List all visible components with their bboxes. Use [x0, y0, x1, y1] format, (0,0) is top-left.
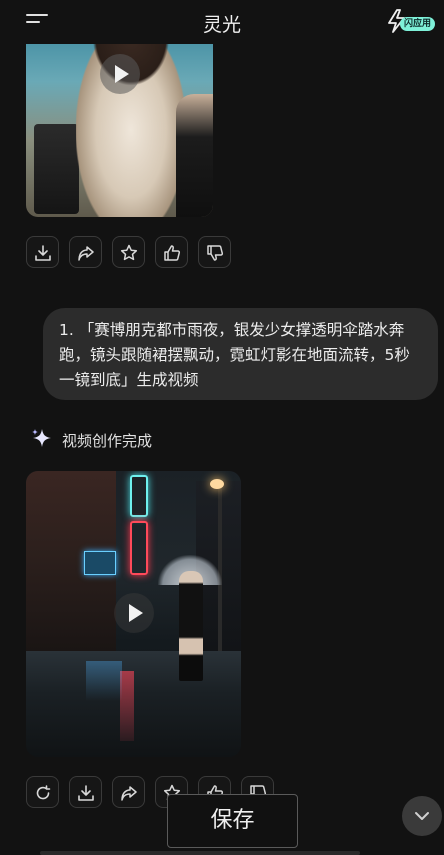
chevron-down-icon [415, 812, 429, 820]
flash-app-button[interactable]: 闪应用 [386, 9, 438, 35]
video-thumbnail-top[interactable] [26, 24, 213, 217]
video-scene-rock [34, 124, 79, 214]
status-text: 视频创作完成 [62, 432, 153, 450]
video-scene-neon-sign-cyan [130, 475, 148, 517]
save-button[interactable]: 保存 [167, 794, 298, 848]
video-scene-girl [179, 571, 203, 681]
download-button[interactable] [69, 776, 102, 808]
top-bar: 灵光 闪应用 [0, 0, 444, 44]
home-indicator [40, 851, 360, 855]
video-scene-neon-sign-red [130, 521, 148, 575]
video-thumbnail-main[interactable] [26, 471, 241, 757]
favorite-button[interactable] [112, 236, 145, 268]
play-icon[interactable] [100, 54, 140, 94]
thumbs-up-icon [164, 245, 181, 261]
like-button[interactable] [155, 236, 188, 268]
scroll-to-bottom-button[interactable] [402, 796, 442, 836]
play-icon[interactable] [114, 593, 154, 633]
star-icon [120, 244, 138, 261]
share-icon [121, 786, 137, 801]
page-title: 灵光 [202, 14, 241, 36]
video-scene-reflection-red [120, 671, 134, 741]
user-message-bubble: 1. 「赛博朋克都市雨夜，银发少女撑透明伞踏水奔跑，镜头跟随裙摆飘动，霓虹灯影在… [43, 308, 438, 400]
regenerate-icon [36, 785, 51, 800]
share-button[interactable] [69, 236, 102, 268]
dislike-button[interactable] [198, 236, 231, 268]
video-scene-neon-sign-blue [84, 551, 116, 575]
share-button[interactable] [112, 776, 145, 808]
download-icon [35, 245, 51, 261]
thumbs-down-icon [207, 245, 224, 261]
share-icon [78, 246, 94, 261]
download-icon [78, 785, 94, 801]
video-scene-lamp-light [210, 479, 224, 489]
regenerate-button[interactable] [26, 776, 59, 808]
video-scene-background-person [176, 94, 213, 217]
download-button[interactable] [26, 236, 59, 268]
video-scene-reflection-blue [86, 661, 122, 701]
user-message-text: 1. 「赛博朋克都市雨夜，银发少女撑透明伞踏水奔跑，镜头跟随裙摆飘动，霓虹灯影在… [59, 321, 410, 389]
flash-app-label: 闪应用 [400, 17, 436, 31]
sparkle-icon [32, 429, 51, 447]
